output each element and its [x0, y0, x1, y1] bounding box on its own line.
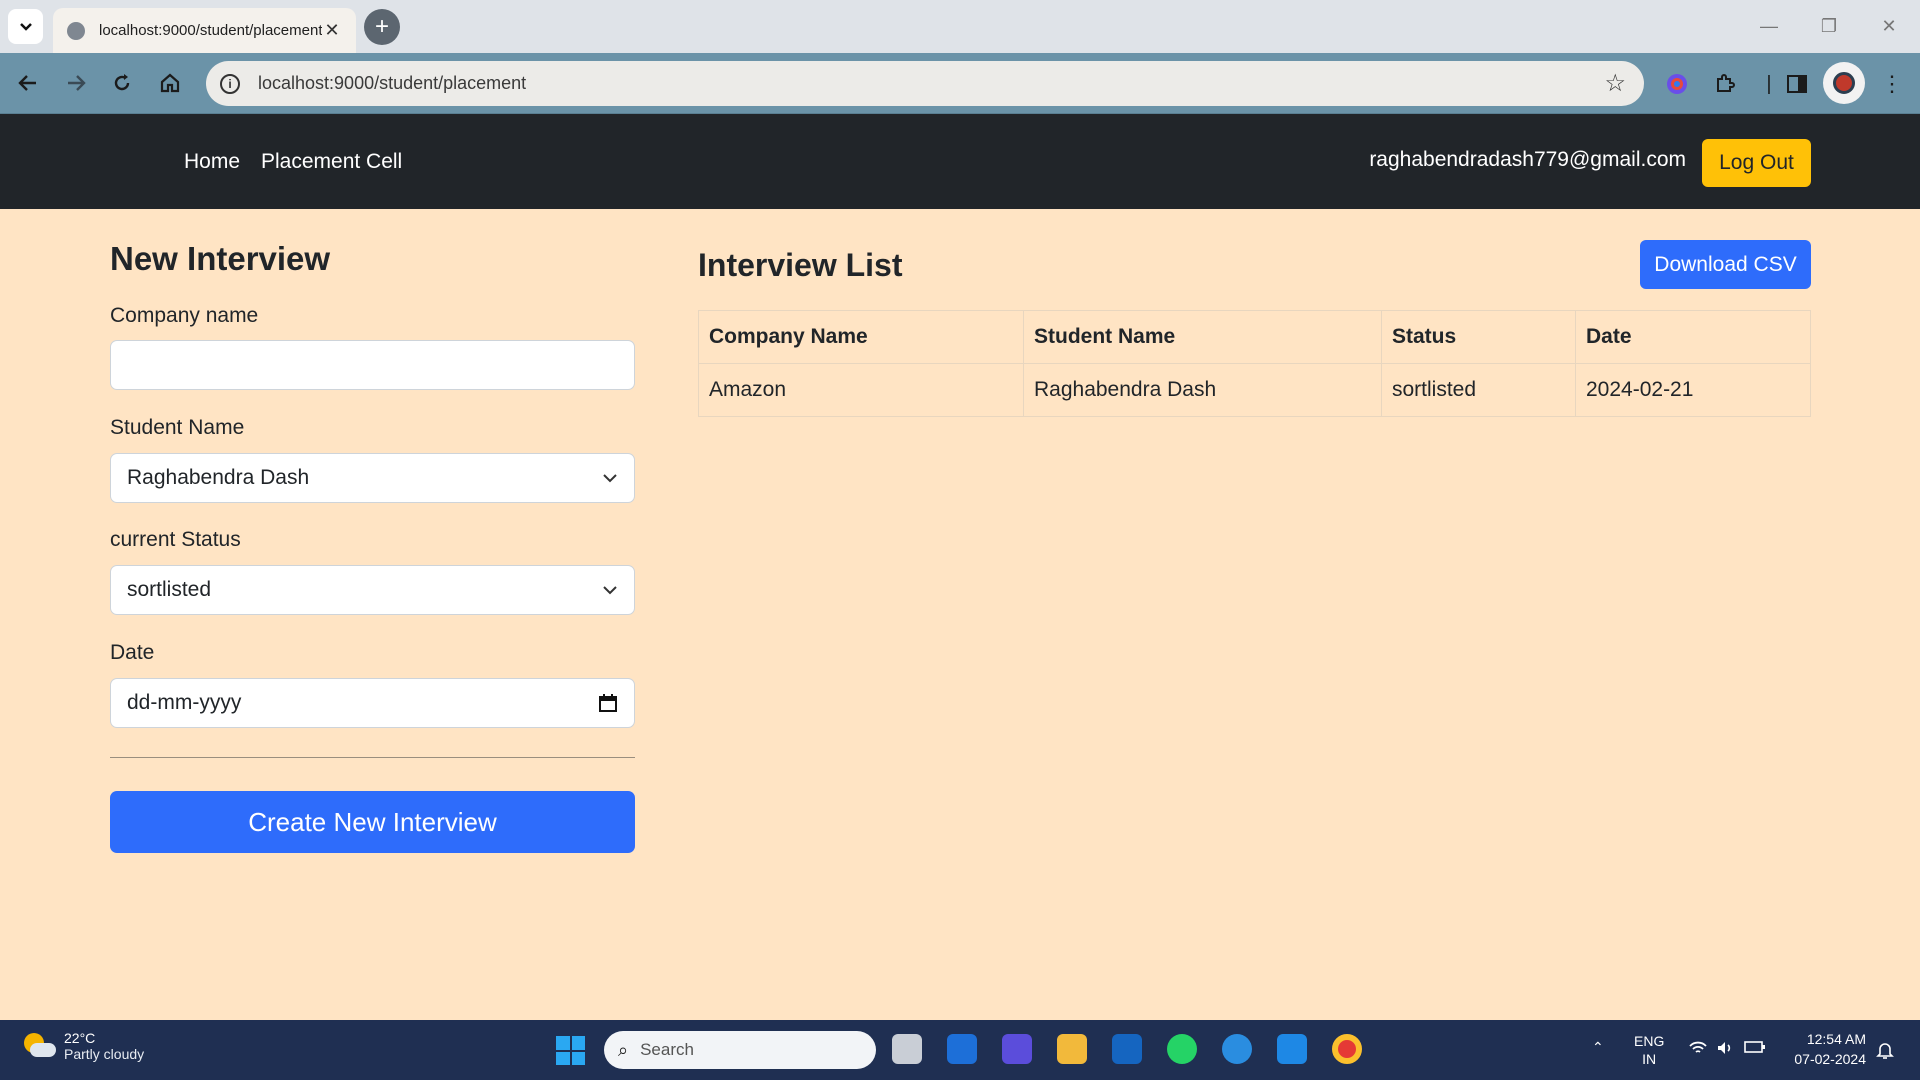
form-title: New Interview: [110, 240, 331, 277]
logout-button[interactable]: Log Out: [1702, 139, 1811, 187]
cell-date: 2024-02-21: [1575, 363, 1811, 417]
browser-toolbar: i localhost:9000/student/placement ☆ | ⋮: [0, 53, 1920, 114]
column-header-company: Company Name: [698, 310, 1024, 364]
file-explorer-icon[interactable]: [1057, 1034, 1087, 1064]
messenger-icon[interactable]: [1222, 1034, 1252, 1064]
language-code: ENG: [1634, 1033, 1665, 1049]
region-code: IN: [1642, 1051, 1657, 1067]
student-name-select[interactable]: Raghabendra Dash: [110, 453, 635, 503]
taskbar-search-label: Search: [640, 1040, 694, 1059]
address-bar[interactable]: i localhost:9000/student/placement ☆: [206, 61, 1644, 106]
whiteboard-icon[interactable]: [1112, 1034, 1142, 1064]
new-tab-button[interactable]: +: [364, 9, 400, 45]
notification-bell-icon[interactable]: [1876, 1040, 1894, 1064]
current-status-label: current Status: [110, 528, 241, 551]
tray-overflow-chevron-icon[interactable]: ⌃: [1592, 1038, 1604, 1056]
system-clock[interactable]: 12:54 AM 07-02-2024: [1786, 1029, 1866, 1069]
tab-search-button[interactable]: [8, 9, 43, 44]
reload-button[interactable]: [104, 65, 140, 101]
microsoft-store-icon[interactable]: [947, 1034, 977, 1064]
window-restore-button[interactable]: ❐: [1804, 10, 1854, 42]
create-interview-button[interactable]: Create New Interview: [110, 791, 635, 853]
clock-time: 12:54 AM: [1806, 1031, 1866, 1047]
chevron-down-icon: [19, 22, 32, 31]
globe-icon: [67, 21, 85, 40]
tab-close-icon[interactable]: ✕: [322, 20, 342, 41]
date-placeholder: dd-mm-yyyy: [127, 691, 242, 714]
app-navbar: Home Placement Cell raghabendradash779@g…: [0, 114, 1920, 209]
clock-date: 07-02-2024: [1794, 1051, 1866, 1067]
calendar-icon[interactable]: [598, 693, 618, 713]
chrome-icon[interactable]: [1332, 1034, 1362, 1064]
browser-tabstrip: localhost:9000/student/placement ✕ + — ❐…: [0, 0, 1920, 53]
side-panel-icon[interactable]: [1780, 67, 1814, 101]
forward-button[interactable]: [58, 65, 94, 101]
partly-cloudy-icon: [22, 1031, 56, 1061]
home-icon: [160, 73, 180, 93]
date-label: Date: [110, 641, 155, 664]
vscode-icon[interactable]: [1277, 1034, 1307, 1064]
student-name-label: Student Name: [110, 416, 245, 439]
extensions-puzzle-icon[interactable]: [1708, 67, 1742, 101]
language-indicator[interactable]: ENG IN: [1634, 1032, 1664, 1068]
address-url[interactable]: localhost:9000/student/placement: [258, 73, 1604, 94]
weather-widget[interactable]: 22°C Partly cloudy: [22, 1030, 144, 1062]
cell-student: Raghabendra Dash: [1023, 363, 1382, 417]
browser-menu-icon[interactable]: ⋮: [1875, 67, 1909, 101]
edit-app-icon[interactable]: [1002, 1034, 1032, 1064]
cell-company: Amazon: [698, 363, 1024, 417]
column-header-student: Student Name: [1023, 310, 1382, 364]
windows-start-icon[interactable]: [556, 1036, 585, 1065]
chevron-down-icon: [603, 474, 617, 483]
interview-list-title: Interview List: [698, 247, 903, 283]
browser-tab-active[interactable]: localhost:9000/student/placement ✕: [53, 8, 356, 53]
download-csv-button[interactable]: Download CSV: [1640, 240, 1811, 289]
weather-condition: Partly cloudy: [64, 1046, 145, 1062]
user-email: raghabendradash779@gmail.com: [1369, 148, 1686, 171]
battery-icon[interactable]: [1744, 1040, 1766, 1058]
nav-link-home[interactable]: Home: [184, 150, 240, 174]
taskbar-search-box[interactable]: ⌕ Search: [604, 1031, 876, 1069]
current-status-select[interactable]: sortlisted: [110, 565, 635, 615]
volume-icon[interactable]: [1716, 1040, 1734, 1060]
interview-table: Company Name Student Name Status Date Am…: [698, 310, 1811, 417]
wifi-icon[interactable]: [1688, 1040, 1708, 1060]
window-minimize-button[interactable]: —: [1744, 10, 1794, 42]
home-button[interactable]: [152, 65, 188, 101]
company-name-input[interactable]: [110, 340, 635, 390]
back-arrow-icon: [18, 75, 36, 91]
windows-taskbar: 22°C Partly cloudy ⌕ Search ⌃ ENG IN 12:…: [0, 1020, 1920, 1080]
table-row: Amazon Raghabendra Dash sortlisted 2024-…: [698, 363, 1811, 417]
site-info-icon[interactable]: i: [220, 73, 240, 94]
back-button[interactable]: [10, 65, 46, 101]
extension-color-icon[interactable]: [1660, 67, 1694, 101]
company-name-label: Company name: [110, 304, 259, 327]
search-icon: ⌕: [618, 1039, 629, 1060]
column-header-status: Status: [1381, 310, 1576, 364]
task-view-icon[interactable]: [892, 1034, 922, 1064]
bookmark-star-icon[interactable]: ☆: [1604, 69, 1626, 98]
date-input[interactable]: dd-mm-yyyy: [110, 678, 635, 728]
column-header-date: Date: [1575, 310, 1811, 364]
tab-title: localhost:9000/student/placement: [99, 22, 322, 39]
cell-status: sortlisted: [1381, 363, 1576, 417]
form-divider: [110, 757, 635, 758]
profile-avatar-icon: [1833, 72, 1855, 94]
table-header-row: Company Name Student Name Status Date: [698, 310, 1811, 364]
forward-arrow-icon: [68, 75, 86, 91]
window-close-button[interactable]: ✕: [1864, 10, 1914, 42]
whatsapp-icon[interactable]: [1167, 1034, 1197, 1064]
weather-temperature: 22°C: [64, 1030, 96, 1046]
reload-icon: [114, 74, 130, 91]
profile-avatar[interactable]: [1823, 62, 1865, 104]
nav-link-placement-cell[interactable]: Placement Cell: [261, 150, 402, 174]
chevron-down-icon: [603, 586, 617, 595]
student-name-value: Raghabendra Dash: [127, 466, 310, 489]
current-status-value: sortlisted: [127, 578, 212, 601]
